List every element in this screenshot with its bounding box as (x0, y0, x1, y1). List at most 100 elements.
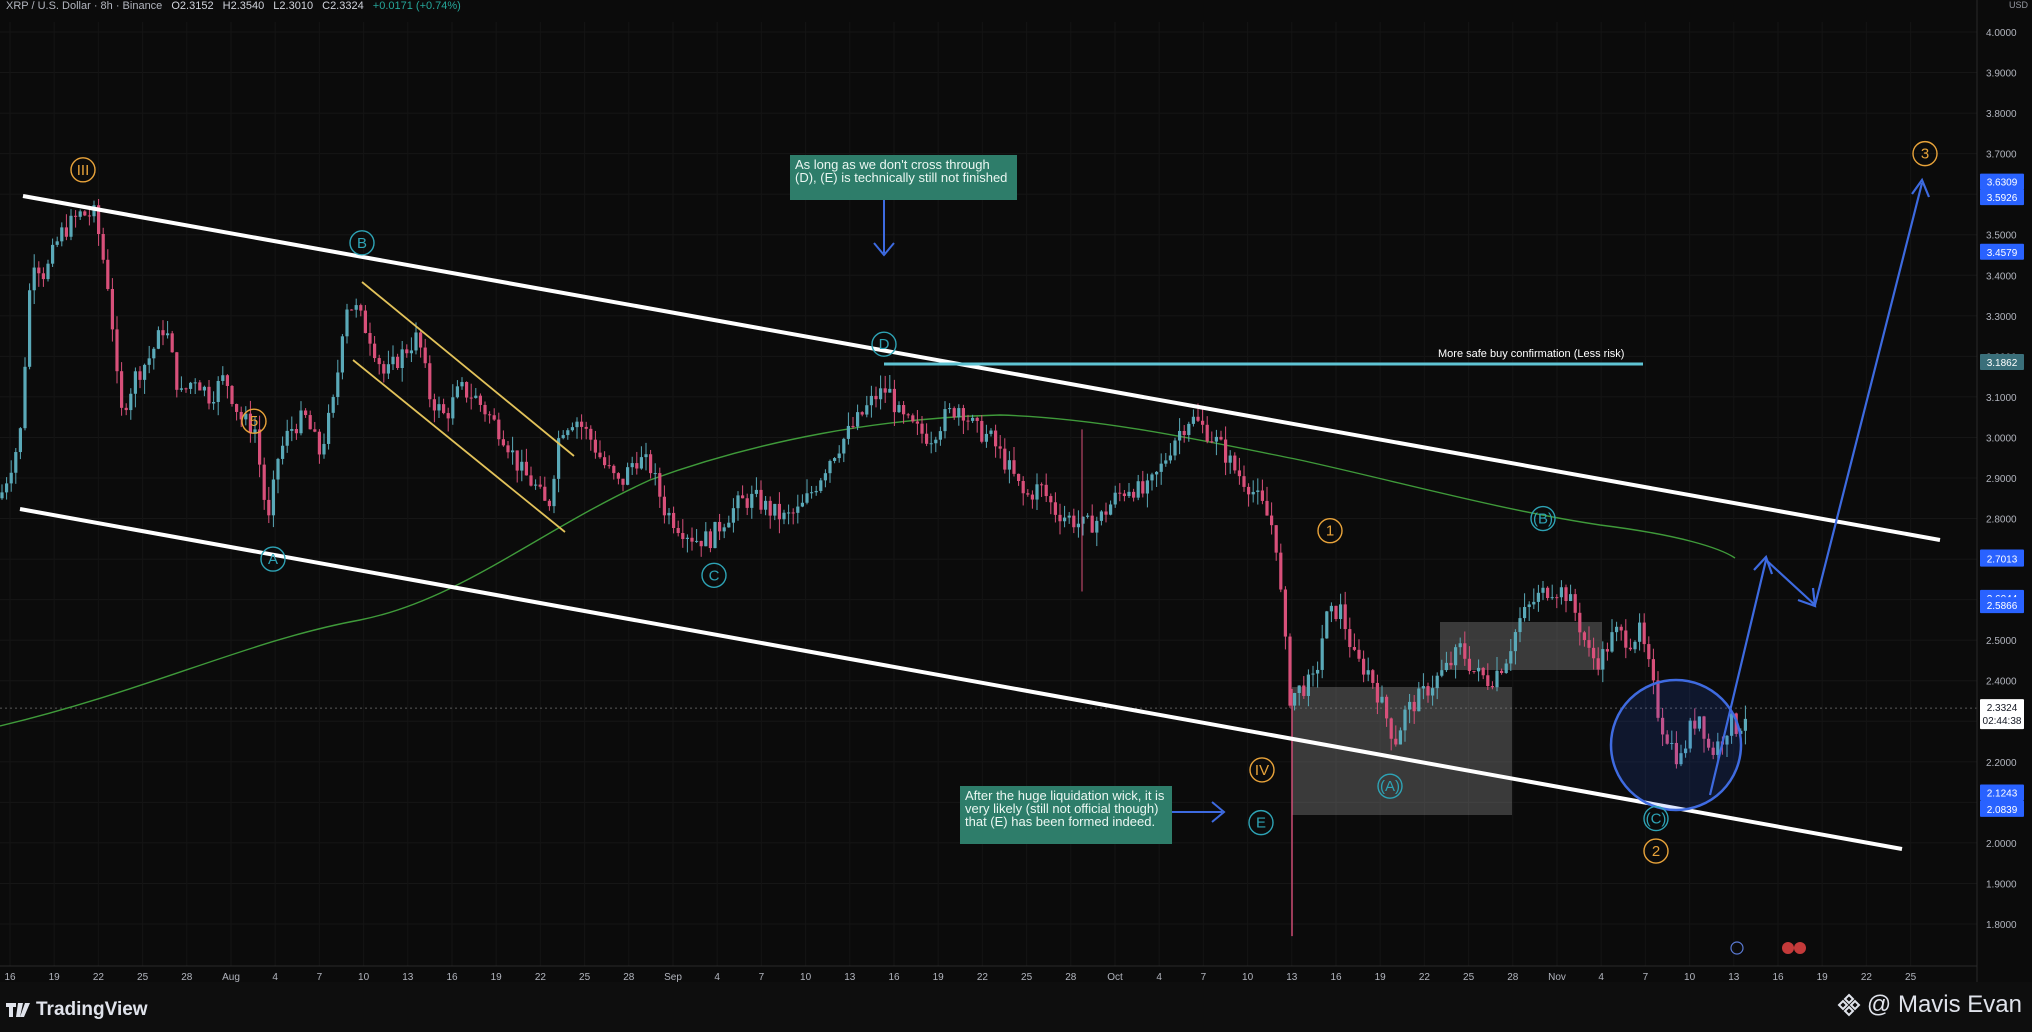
wave-label-text: (B) (1533, 511, 1553, 528)
candle-body (929, 443, 933, 445)
candle-body (607, 465, 611, 467)
candle-body (198, 382, 202, 391)
demand-zone-lower (1292, 687, 1512, 815)
candle-body (414, 332, 418, 351)
tradingview-logo[interactable]: TradingView (6, 999, 148, 1021)
candle-body (948, 408, 952, 410)
candle-body (1389, 718, 1393, 739)
flag-icon (1782, 942, 1794, 954)
candle-body (1293, 693, 1297, 706)
candle-body (474, 395, 478, 398)
candle-body (823, 473, 827, 481)
candle-body (1283, 589, 1287, 637)
candle-body (658, 473, 662, 497)
candle-body (1619, 626, 1623, 631)
candle-body (368, 332, 372, 344)
candle-body (478, 395, 482, 405)
candle-body (1159, 463, 1163, 472)
candle-body (1155, 471, 1159, 475)
candle-body (561, 435, 565, 439)
candle-body (1633, 641, 1637, 650)
candle-body (1168, 455, 1172, 461)
candle-body (1610, 632, 1614, 652)
candle-body (1063, 517, 1067, 522)
candle-body (1472, 670, 1476, 672)
candle-body (14, 452, 18, 473)
candle-body (469, 397, 473, 399)
candle-body (1454, 647, 1458, 666)
candle-body (888, 388, 892, 393)
sub-channel-upper (361, 281, 575, 457)
candle-body (764, 500, 768, 510)
candle-body (1564, 587, 1568, 602)
candle-body (874, 395, 878, 400)
candle-body (1426, 686, 1430, 696)
candle-body (570, 427, 574, 431)
candle-body (603, 457, 607, 466)
candle-body (943, 409, 947, 432)
candle-body (598, 452, 602, 458)
candle-body (41, 273, 45, 280)
candle-body (1481, 667, 1485, 676)
y-tick-label: 3.4000 (1986, 271, 2017, 282)
candle-body (216, 380, 220, 403)
candle-body (322, 443, 326, 455)
candle-body (1546, 587, 1550, 599)
y-tick-label: 2.4000 (1986, 677, 2017, 688)
candle-body (1592, 647, 1596, 659)
candle-body (1026, 493, 1030, 495)
candle-body (1555, 597, 1559, 599)
candle-body (1559, 587, 1563, 598)
candle-body (980, 420, 984, 442)
candle-body (869, 395, 873, 406)
candles (0, 198, 1747, 937)
candle-body (1145, 480, 1149, 494)
candle-body (1380, 696, 1384, 703)
candle-body (455, 386, 459, 398)
candle-body (1417, 688, 1421, 712)
price-badge-text: 3.4579 (1987, 248, 2018, 259)
candle-body (1569, 594, 1573, 602)
candle-body (1021, 481, 1025, 494)
candle-body (1398, 730, 1402, 745)
candle-body (1035, 484, 1039, 500)
candle-body (1132, 491, 1136, 498)
candle-body (842, 438, 846, 454)
candle-body (934, 439, 938, 444)
flag-icon (1794, 942, 1806, 954)
candle-body (718, 521, 722, 532)
candle-body (681, 533, 685, 539)
candle-body (1007, 460, 1011, 470)
trend-lines (19, 177, 1941, 851)
candle-body (1329, 605, 1333, 612)
candle-body (23, 366, 27, 429)
wave-label-text: 3 (1921, 146, 1929, 163)
candle-body (442, 404, 446, 414)
candle-body (1044, 484, 1048, 497)
candle-body (317, 431, 321, 455)
note-top: As long as we don't cross through (D), (… (790, 155, 1017, 200)
candle-body (124, 407, 128, 411)
candle-body (1150, 474, 1154, 481)
buy-confirmation-label: More safe buy confirmation (Less risk) (1438, 348, 1625, 360)
candle-body (1316, 669, 1320, 674)
wave-label-text: (C) (1646, 811, 1667, 828)
candle-body (1260, 490, 1264, 501)
candle-body (1624, 630, 1628, 648)
candle-body (1109, 504, 1113, 515)
candle-body (796, 506, 800, 513)
candle-body (267, 499, 271, 516)
candle-body (552, 478, 556, 507)
candle-body (685, 537, 689, 539)
wave-label-text: III (77, 162, 90, 179)
candle-body (331, 397, 335, 413)
candle-body (409, 350, 413, 354)
candle-body (460, 382, 464, 387)
candle-body (676, 528, 680, 534)
candle-body (1642, 622, 1646, 645)
candle-body (1219, 436, 1223, 440)
candle-body (1573, 594, 1577, 613)
candle-body (791, 512, 795, 514)
candle-body (524, 461, 528, 476)
candle-body (1090, 515, 1094, 533)
